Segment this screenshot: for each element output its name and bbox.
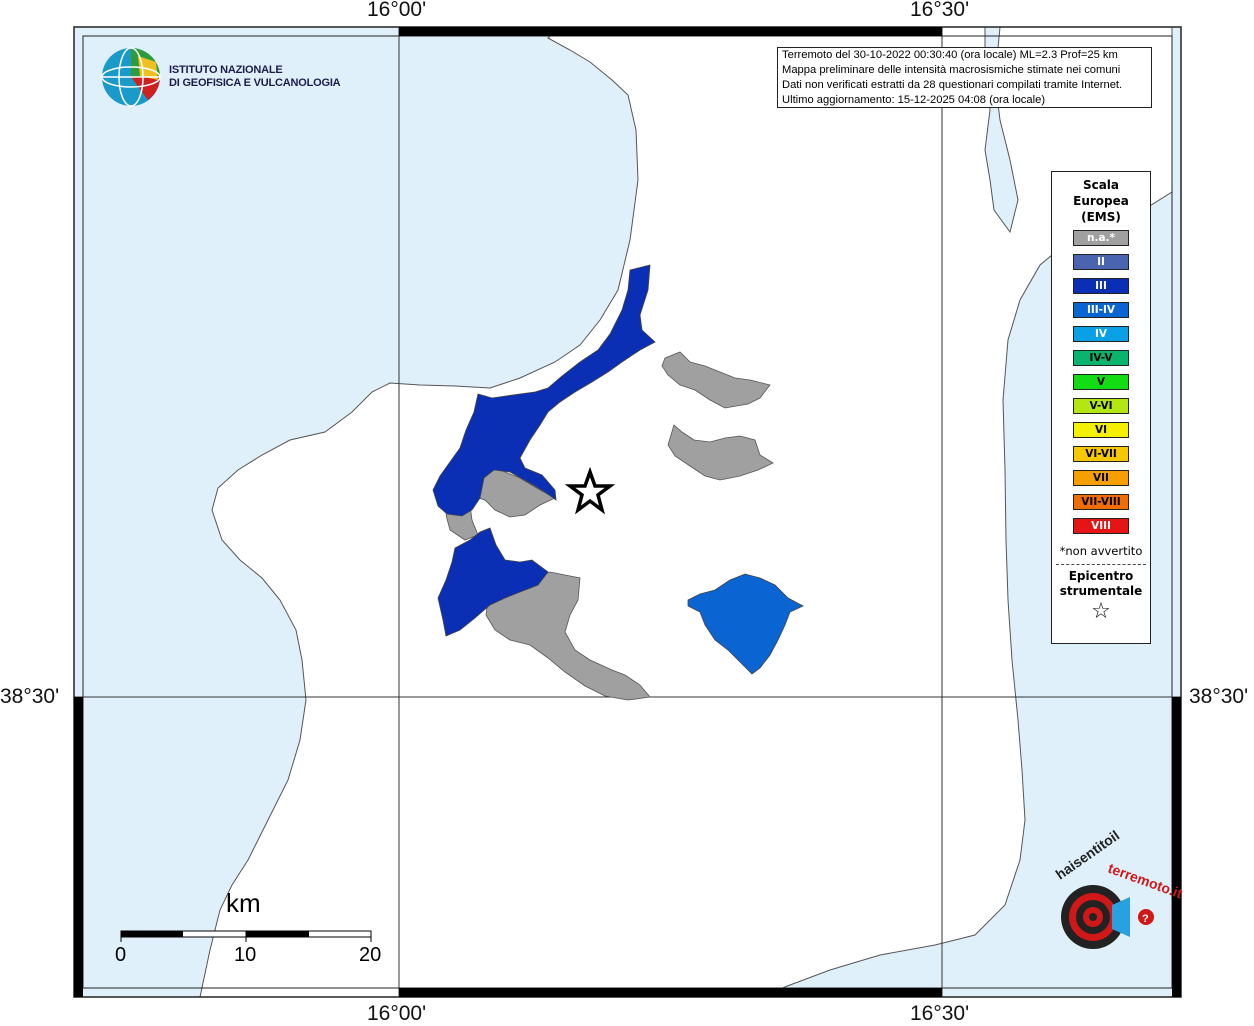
- legend-star-icon: ☆: [1091, 599, 1111, 624]
- info-line2: Mappa preliminare delle intensità macros…: [782, 64, 1121, 76]
- coord-bottom-left: 16°00': [367, 1002, 427, 1025]
- info-line4: Ultimo aggiornamento: 15-12-2025 04:08 (…: [782, 94, 1046, 106]
- legend-item: IV: [1073, 326, 1129, 342]
- legend-note: *non avvertito: [1059, 544, 1143, 558]
- institute-line2: DI GEOFISICA E VULCANOLOGIA: [169, 77, 341, 89]
- coord-right: 38°30': [1189, 685, 1249, 708]
- coord-top-right: 16°30': [910, 0, 970, 21]
- legend-epi-line1: Epicentro: [1068, 569, 1134, 583]
- legend: Scala Europea (EMS) n.a.* II III III-IV IV IV…: [1051, 171, 1151, 644]
- legend-title-2: Europea: [1073, 194, 1129, 208]
- legend-item: VII: [1073, 470, 1129, 486]
- legend-item: VI-VII: [1073, 446, 1129, 462]
- institute-name: ISTITUTO NAZIONALE DI GEOFISICA E VULCAN…: [169, 64, 341, 90]
- institute-line1: ISTITUTO NAZIONALE: [169, 64, 283, 76]
- legend-item: V-VI: [1073, 398, 1129, 414]
- scale-unit: km: [226, 888, 261, 918]
- legend-item: III-IV: [1073, 302, 1129, 318]
- legend-item: VII-VIII: [1073, 494, 1129, 510]
- info-box: Terremoto del 30-10-2022 00:30:40 (ora l…: [777, 47, 1152, 108]
- scale-tick-0: 0: [115, 944, 127, 966]
- legend-item: II: [1073, 254, 1129, 270]
- legend-title-3: (EMS): [1081, 210, 1121, 224]
- info-line3: Dati non verificati estratti da 28 quest…: [782, 79, 1123, 91]
- svg-text:?: ?: [1142, 913, 1149, 925]
- legend-item: IV-V: [1073, 350, 1129, 366]
- legend-epi-line2: strumentale: [1059, 584, 1143, 598]
- legend-item: V: [1073, 374, 1129, 390]
- coord-left: 38°30': [0, 685, 60, 708]
- info-line1: Terremoto del 30-10-2022 00:30:40 (ora l…: [782, 49, 1118, 61]
- legend-item: n.a.*: [1073, 230, 1129, 246]
- scale-tick-20: 20: [359, 944, 382, 966]
- scale-tick-10: 10: [234, 944, 257, 966]
- ingv-logo-globe: [101, 47, 161, 107]
- legend-title: Scala Europea (EMS): [1052, 177, 1150, 225]
- coord-bottom-right: 16°30': [910, 1002, 970, 1025]
- legend-title-1: Scala: [1082, 178, 1120, 192]
- legend-epicentre-label: Epicentro strumentale: [1052, 569, 1150, 599]
- legend-separator: [1056, 564, 1146, 565]
- legend-item: III: [1073, 278, 1129, 294]
- legend-item: VIII: [1073, 518, 1129, 534]
- legend-items: n.a.* II III III-IV IV IV-V V V-VI VI VI-VII VII VI…: [1052, 230, 1150, 534]
- legend-item: VI: [1073, 422, 1129, 438]
- coord-top-left: 16°00': [367, 0, 427, 21]
